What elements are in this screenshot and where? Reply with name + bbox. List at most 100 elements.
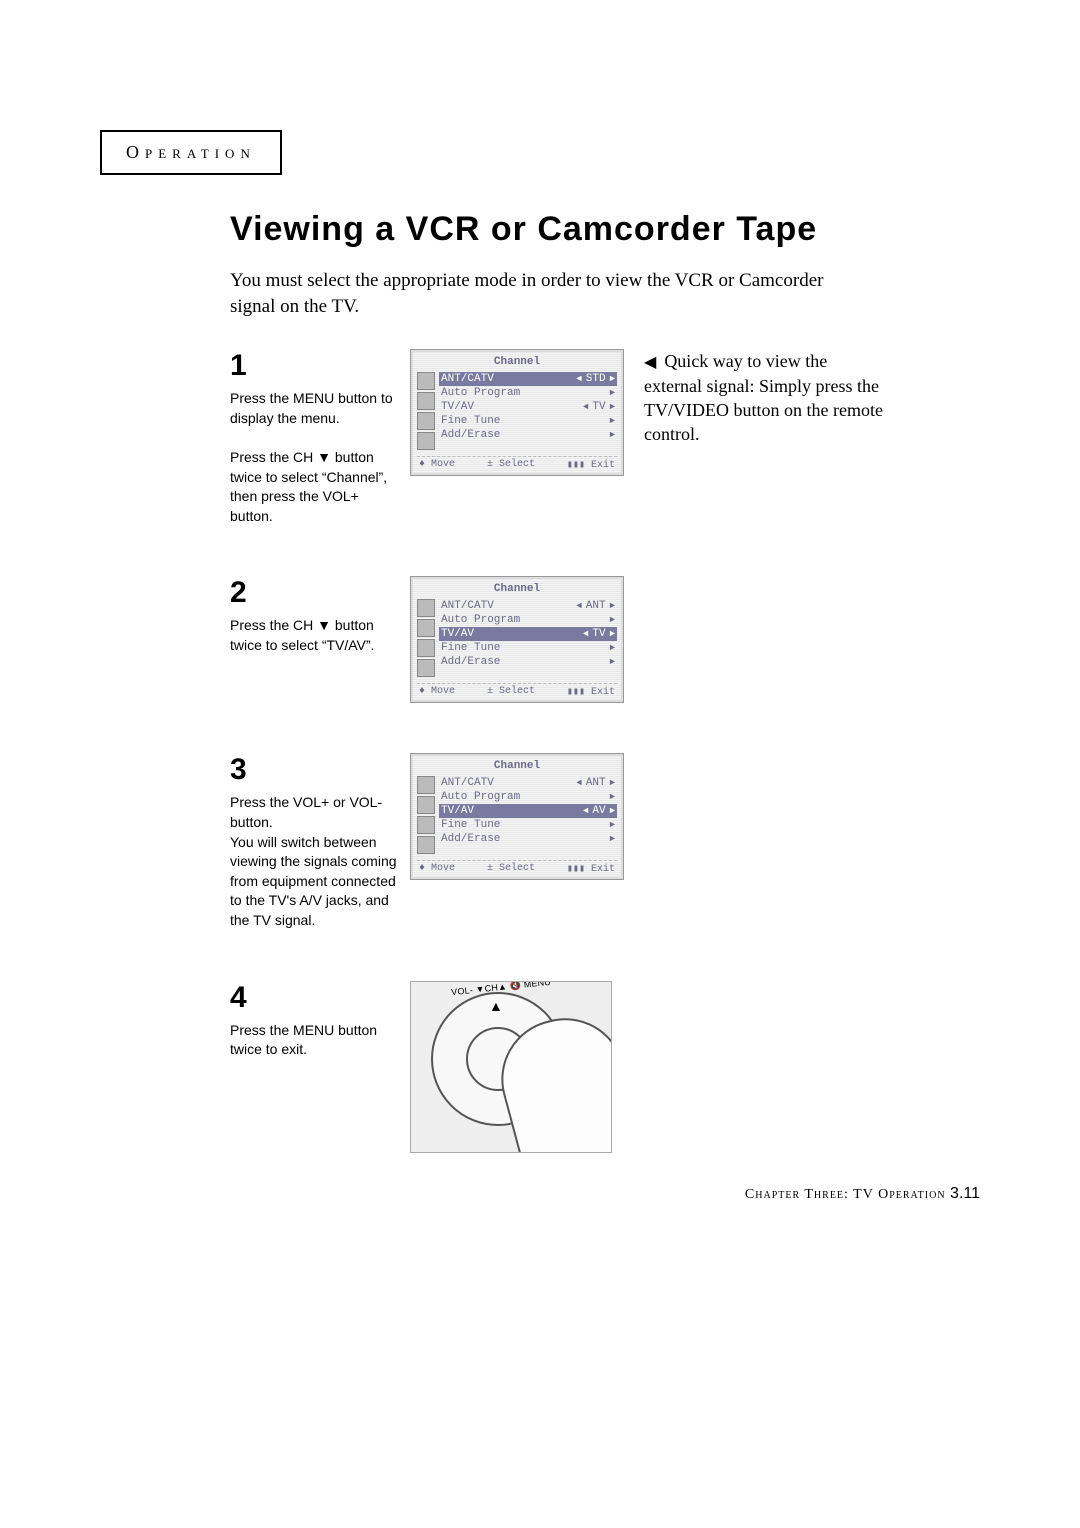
osd-item-label: TV/AV <box>441 628 474 640</box>
osd-title: Channel <box>417 583 617 595</box>
left-arrow-icon <box>576 777 581 789</box>
right-arrow-icon <box>610 777 615 789</box>
osd-footer-exit: ▮▮▮ Exit <box>567 459 615 471</box>
osd-footer: ♦ Move ± Select ▮▮▮ Exit <box>417 860 617 875</box>
osd-item-value: TV <box>592 628 605 640</box>
osd-screenshot-1: Channel ANT/CATV STD Auto Program TV/AV <box>410 349 624 476</box>
left-arrow-icon <box>583 628 588 640</box>
intro-text: You must select the appropriate mode in … <box>230 268 870 319</box>
left-arrow-icon <box>583 805 588 817</box>
step-number: 3 <box>230 753 400 787</box>
osd-footer-move: ♦ Move <box>419 459 455 471</box>
osd-item-label: Fine Tune <box>441 415 500 427</box>
page-title: Viewing a VCR or Camcorder Tape <box>230 210 980 249</box>
step-1: 1 Press the MENU button to display the m… <box>230 349 980 526</box>
osd-item-value: STD <box>586 373 606 385</box>
osd-item-label: Add/Erase <box>441 429 500 441</box>
osd-item: TV/AV TV <box>439 627 617 641</box>
right-arrow-icon <box>610 805 615 817</box>
left-arrow-icon <box>583 401 588 413</box>
osd-item-label: Auto Program <box>441 614 520 626</box>
right-arrow-icon <box>610 387 615 399</box>
left-arrow-icon <box>576 600 581 612</box>
right-arrow-icon <box>610 819 615 831</box>
step-number: 1 <box>230 349 400 383</box>
osd-footer-select: ± Select <box>487 863 535 875</box>
right-arrow-icon <box>610 833 615 845</box>
osd-menu-list: ANT/CATV ANT Auto Program TV/AV TV Fine … <box>439 599 617 677</box>
osd-item-label: Fine Tune <box>441 642 500 654</box>
osd-screenshot-2: Channel ANT/CATV ANT Auto Program TV/AV <box>410 576 624 703</box>
step-number: 4 <box>230 981 400 1015</box>
osd-item-value: AV <box>592 805 605 817</box>
osd-sidebar-icons <box>417 372 435 450</box>
side-note-text: Quick way to view the external signal: S… <box>644 351 883 444</box>
right-arrow-icon <box>610 373 615 385</box>
osd-item: TV/AV TV <box>439 400 617 414</box>
osd-item-label: TV/AV <box>441 401 474 413</box>
step-text-line: Press the MENU button to display the men… <box>230 390 393 426</box>
osd-footer-select: ± Select <box>487 459 535 471</box>
footer-page-number: 3.11 <box>950 1185 980 1202</box>
osd-footer: ♦ Move ± Select ▮▮▮ Exit <box>417 683 617 698</box>
right-arrow-icon <box>610 429 615 441</box>
right-arrow-icon <box>610 614 615 626</box>
osd-item: ANT/CATV ANT <box>439 776 617 790</box>
osd-menu-list: ANT/CATV ANT Auto Program TV/AV AV Fine … <box>439 776 617 854</box>
osd-footer-move: ♦ Move <box>419 863 455 875</box>
osd-item-label: Add/Erase <box>441 833 500 845</box>
osd-footer-select: ± Select <box>487 686 535 698</box>
step-text: Press the MENU button to display the men… <box>230 389 400 526</box>
osd-item: Auto Program <box>439 613 617 627</box>
osd-item: Add/Erase <box>439 428 617 442</box>
osd-footer: ♦ Move ± Select ▮▮▮ Exit <box>417 456 617 471</box>
right-arrow-icon <box>610 628 615 640</box>
right-arrow-icon <box>610 401 615 413</box>
osd-sidebar-icons <box>417 776 435 854</box>
osd-item: Fine Tune <box>439 641 617 655</box>
footer-chapter: Chapter Three: TV Operation <box>745 1187 946 1202</box>
right-arrow-icon <box>610 600 615 612</box>
osd-item-label: Auto Program <box>441 387 520 399</box>
osd-footer-exit: ▮▮▮ Exit <box>567 863 615 875</box>
osd-item-label: ANT/CATV <box>441 777 494 789</box>
osd-item: Auto Program <box>439 386 617 400</box>
osd-item: ANT/CATV STD <box>439 372 617 386</box>
step-text-line: You will switch between viewing the sign… <box>230 834 397 928</box>
right-arrow-icon <box>610 642 615 654</box>
page-footer: Chapter Three: TV Operation 3.11 <box>745 1185 980 1203</box>
osd-item-label: TV/AV <box>441 805 474 817</box>
manual-page: Operation Viewing a VCR or Camcorder Tap… <box>0 0 1080 1263</box>
osd-item: Auto Program <box>439 790 617 804</box>
step-text-line: Press the VOL+ or VOL- button. <box>230 794 382 830</box>
osd-item-label: ANT/CATV <box>441 600 494 612</box>
right-arrow-icon <box>610 791 615 803</box>
step-4: 4 Press the MENU button twice to exit. V… <box>230 981 980 1153</box>
osd-item: TV/AV AV <box>439 804 617 818</box>
step-text: Press the CH ▼ button twice to select “T… <box>230 616 400 655</box>
step-2: 2 Press the CH ▼ button twice to select … <box>230 576 980 703</box>
osd-item: Fine Tune <box>439 818 617 832</box>
osd-item-value: ANT <box>586 600 606 612</box>
osd-sidebar-icons <box>417 599 435 677</box>
section-tab: Operation <box>100 130 282 175</box>
left-arrow-icon <box>576 373 581 385</box>
remote-illustration: VOL- ▼CH▲ 🔇 MENU <box>410 981 612 1153</box>
osd-item-label: Auto Program <box>441 791 520 803</box>
osd-footer-move: ♦ Move <box>419 686 455 698</box>
step-3: 3 Press the VOL+ or VOL- button. You wil… <box>230 753 980 930</box>
osd-item-value: TV <box>592 401 605 413</box>
step-text-line: Press the CH ▼ button twice to select “T… <box>230 617 374 653</box>
osd-menu-list: ANT/CATV STD Auto Program TV/AV TV Fine … <box>439 372 617 450</box>
step-text: Press the VOL+ or VOL- button. You will … <box>230 793 400 930</box>
side-note: Quick way to view the external signal: S… <box>644 349 884 446</box>
osd-footer-exit: ▮▮▮ Exit <box>567 686 615 698</box>
step-number: 2 <box>230 576 400 610</box>
note-arrow-icon <box>644 351 664 371</box>
right-arrow-icon <box>610 415 615 427</box>
osd-item: Fine Tune <box>439 414 617 428</box>
osd-item-label: Fine Tune <box>441 819 500 831</box>
osd-item-value: ANT <box>586 777 606 789</box>
osd-item-label: Add/Erase <box>441 656 500 668</box>
step-text-line: Press the CH ▼ button twice to select “C… <box>230 449 387 524</box>
